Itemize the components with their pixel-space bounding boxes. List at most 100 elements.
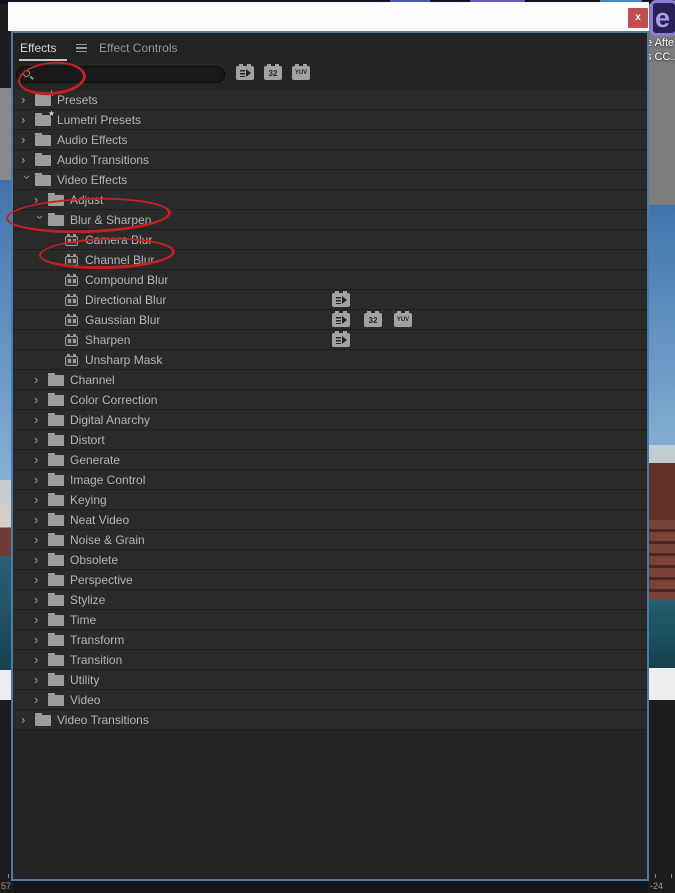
effects-tree: › Presets › Lumetri Presets › Audio Effects › A… <box>13 89 647 730</box>
chevron-right-icon[interactable]: › <box>21 91 35 109</box>
chevron-right-icon[interactable]: › <box>34 411 48 429</box>
folder-icon <box>48 633 64 646</box>
tree-item-label: Unsharp Mask <box>85 352 163 367</box>
folder-row[interactable]: › Blur & Sharpen <box>13 210 647 230</box>
folder-row[interactable]: › Lumetri Presets <box>13 109 647 130</box>
chevron-right-icon[interactable]: › <box>34 551 48 569</box>
folder-icon <box>48 413 64 426</box>
effect-row[interactable]: Sharpen <box>13 330 647 350</box>
folder-row[interactable]: › Utility <box>13 670 647 690</box>
folder-row[interactable]: › Generate <box>13 450 647 470</box>
folder-row[interactable]: › Noise & Grain <box>13 530 647 550</box>
folder-row[interactable]: › Stylize <box>13 590 647 610</box>
tree-item-label: Lumetri Presets <box>57 112 142 127</box>
chevron-down-icon[interactable]: › <box>18 175 36 189</box>
effects-panel: Effects Effect Controls 32 YUV ›Presets›… <box>5 31 649 881</box>
chevron-right-icon[interactable]: › <box>21 131 35 149</box>
chevron-right-icon[interactable]: › <box>34 191 48 209</box>
folder-row[interactable]: › Transition <box>13 650 647 670</box>
folder-row[interactable]: › Color Correction <box>13 390 647 410</box>
after-effects-app-icon[interactable]: e <box>650 0 675 36</box>
chevron-right-icon[interactable]: › <box>34 431 48 449</box>
folder-row[interactable]: › Obsolete <box>13 550 647 570</box>
panel-menu-icon[interactable] <box>76 44 87 52</box>
chevron-right-icon[interactable]: › <box>34 491 48 509</box>
folder-row[interactable]: › Digital Anarchy <box>13 410 647 430</box>
folder-row[interactable]: › Time <box>13 610 647 630</box>
folder-icon <box>35 713 51 726</box>
folder-icon <box>48 693 64 706</box>
folder-row[interactable]: › Distort <box>13 430 647 450</box>
chevron-right-icon[interactable]: › <box>21 151 35 169</box>
folder-icon <box>48 433 64 446</box>
preset-folder-icon <box>35 89 55 106</box>
folder-row[interactable]: › Audio Effects <box>13 130 647 150</box>
tree-item-label: Channel <box>70 372 115 387</box>
chevron-right-icon[interactable]: › <box>21 111 35 129</box>
folder-row[interactable]: › Audio Transitions <box>13 150 647 170</box>
audio-meter-scale-left: 57 <box>1 881 12 891</box>
effects-search-box[interactable] <box>16 66 225 83</box>
effect-row[interactable]: Gaussian Blur 32 YUV <box>13 310 647 330</box>
folder-icon <box>48 613 64 626</box>
effect-row[interactable]: Unsharp Mask <box>13 350 647 370</box>
tab-effects[interactable]: Effects <box>20 41 56 55</box>
chevron-right-icon[interactable]: › <box>34 571 48 589</box>
chevron-right-icon[interactable]: › <box>34 631 48 649</box>
folder-row[interactable]: › Transform <box>13 630 647 650</box>
after-effects-icon-label-line2: s CC.. <box>646 51 675 63</box>
folder-row[interactable]: › Perspective <box>13 570 647 590</box>
effect-row[interactable]: Camera Blur <box>13 230 647 250</box>
chevron-right-icon[interactable]: › <box>34 511 48 529</box>
folder-row[interactable]: › Video <box>13 690 647 710</box>
folder-row[interactable]: › Video Effects <box>13 170 647 190</box>
chevron-right-icon[interactable]: › <box>34 691 48 709</box>
effect-icon <box>65 233 78 246</box>
tab-effect-controls[interactable]: Effect Controls <box>99 41 177 55</box>
folder-icon <box>48 513 64 526</box>
close-button[interactable]: x <box>628 8 648 28</box>
screen: 57 -24 e e Afte s CC.. x Effects Effect … <box>0 0 675 893</box>
effect-row[interactable]: Directional Blur <box>13 290 647 310</box>
folder-icon <box>48 453 64 466</box>
tree-item-label: Directional Blur <box>85 292 167 307</box>
tree-item-label: Adjust <box>70 192 104 207</box>
yuv-effects-filter-icon[interactable]: YUV <box>292 64 310 80</box>
folder-row[interactable]: › Presets <box>13 89 647 110</box>
folder-row[interactable]: › Video Transitions <box>13 710 647 730</box>
tree-item-label: Audio Effects <box>57 132 128 147</box>
chevron-right-icon[interactable]: › <box>21 711 35 729</box>
effect-icon <box>65 293 78 306</box>
chevron-right-icon[interactable]: › <box>34 531 48 549</box>
meter-tick <box>8 874 9 878</box>
folder-row[interactable]: › Adjust <box>13 190 647 210</box>
folder-icon <box>48 373 64 386</box>
active-tab-underline <box>19 59 67 61</box>
folder-row[interactable]: › Channel <box>13 370 647 390</box>
folder-icon <box>48 213 64 226</box>
chevron-right-icon[interactable]: › <box>34 371 48 389</box>
search-icon <box>23 70 30 77</box>
folder-icon <box>48 553 64 566</box>
chevron-down-icon[interactable]: › <box>31 215 49 229</box>
accelerated-effects-filter-icon[interactable] <box>236 64 254 80</box>
effect-icon <box>65 253 78 266</box>
tree-item-label: Utility <box>70 672 100 687</box>
chevron-right-icon[interactable]: › <box>34 651 48 669</box>
floating-window-titlebar[interactable]: x <box>8 2 649 31</box>
chevron-right-icon[interactable]: › <box>34 451 48 469</box>
chevron-right-icon[interactable]: › <box>34 611 48 629</box>
chevron-right-icon[interactable]: › <box>34 671 48 689</box>
search-input[interactable] <box>39 68 219 81</box>
folder-row[interactable]: › Keying <box>13 490 647 510</box>
tree-item-label: Sharpen <box>85 332 131 347</box>
chevron-right-icon[interactable]: › <box>34 471 48 489</box>
chevron-right-icon[interactable]: › <box>34 391 48 409</box>
effect-row[interactable]: Channel Blur <box>13 250 647 270</box>
folder-row[interactable]: › Neat Video <box>13 510 647 530</box>
32bit-color-filter-icon[interactable]: 32 <box>264 64 282 80</box>
folder-row[interactable]: › Image Control <box>13 470 647 490</box>
effect-row[interactable]: Compound Blur <box>13 270 647 290</box>
chevron-right-icon[interactable]: › <box>34 591 48 609</box>
meter-tick <box>671 874 672 878</box>
